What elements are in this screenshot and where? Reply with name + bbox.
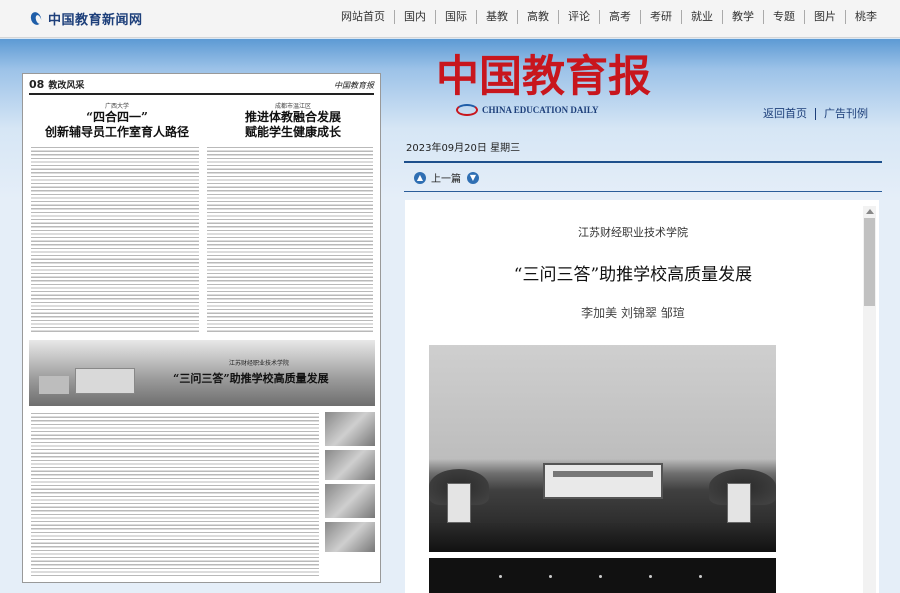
photo-road	[429, 523, 776, 552]
story-1-heading[interactable]: 广西大学 “四合四一” 创新辅导员工作室育人路径	[37, 101, 197, 140]
back-home-link[interactable]: 返回首页	[755, 108, 815, 120]
prev-article-link[interactable]: 上一篇	[431, 170, 461, 185]
nav-item-home[interactable]: 网站首页	[332, 10, 394, 24]
story-3-kicker: 江苏财经职业技术学院	[229, 360, 290, 367]
globe-icon	[456, 104, 478, 116]
article-photo-campus	[429, 345, 776, 552]
masthead-title-cn: 中国教育报	[436, 52, 651, 102]
newspaper-page-thumbnail[interactable]: 08 教改风采 中国教育报 广西大学 “四合四一” 创新辅导员工作室育人路径 成…	[22, 73, 381, 583]
article-panel: 江苏财经职业技术学院 “三问三答”助推学校高质量发展 李加美 刘锦翠 邹瑄	[405, 200, 879, 593]
story-2-headline-line1: 推进体教融合发展	[244, 110, 341, 124]
nav-item-photos[interactable]: 图片	[804, 10, 845, 24]
story-3-photo-2	[325, 450, 375, 480]
article-content: 江苏财经职业技术学院 “三问三答”助推学校高质量发展 李加美 刘锦翠 邹瑄	[405, 200, 861, 593]
site-logo-text: 中国教育新闻网	[48, 13, 143, 28]
article-scrollbar[interactable]	[863, 206, 876, 593]
article-photo-hall	[429, 558, 776, 593]
nav-item-jobs[interactable]: 就业	[681, 10, 722, 24]
banner-building-left	[39, 376, 69, 394]
article-kicker: 江苏财经职业技术学院	[578, 226, 688, 239]
top-nav-bar: 中国教育新闻网 网站首页 国内 国际 基教 高教 评论 高考 考研 就业 教学 …	[0, 0, 900, 38]
story-1-kicker: 广西大学	[104, 103, 129, 110]
story-1-headline-line1: “四合四一”	[86, 110, 148, 124]
photo-gate-left	[447, 483, 471, 523]
story-3-banner-image[interactable]: 江苏财经职业技术学院 “三问三答”助推学校高质量发展	[29, 340, 375, 406]
newspaper-masthead: 中国教育报 CHINA EDUCATION DAILY	[436, 52, 651, 116]
scrollbar-thumb[interactable]	[864, 218, 875, 306]
nav-item-higher-edu[interactable]: 高教	[517, 10, 558, 24]
nav-item-comment[interactable]: 评论	[558, 10, 599, 24]
article-pager: ▲ 上一篇 ▼	[414, 170, 479, 185]
nav-item-taoli[interactable]: 桃李	[845, 10, 886, 24]
story-2-heading[interactable]: 成都市温江区 推进体教融合发展 赋能学生健康成长	[213, 101, 373, 140]
ad-rates-link[interactable]: 广告刊例	[815, 108, 876, 120]
story-1-body-text	[31, 146, 199, 332]
divider	[404, 161, 882, 163]
photo-gate-right	[727, 483, 751, 523]
banner-building	[75, 368, 135, 394]
next-arrow-icon[interactable]: ▼	[467, 171, 479, 184]
story-3-photo-4	[325, 522, 375, 552]
story-3-body-text	[31, 412, 319, 578]
divider	[404, 191, 882, 192]
page-masthead: 中国教育报	[334, 81, 374, 90]
scroll-up-icon[interactable]	[866, 209, 874, 214]
nav-item-topics[interactable]: 专题	[763, 10, 804, 24]
photo-main-building	[543, 463, 663, 499]
page-number: 08	[29, 78, 45, 91]
nav-item-international[interactable]: 国际	[435, 10, 476, 24]
page-section: 教改风采	[48, 81, 85, 91]
header-links: 返回首页 广告刊例	[755, 108, 876, 120]
article-authors: 李加美 刘锦翠 邹瑄	[581, 306, 685, 320]
nav-item-gaokao[interactable]: 高考	[599, 10, 640, 24]
nav-item-teaching[interactable]: 教学	[722, 10, 763, 24]
nav-item-kaoyan[interactable]: 考研	[640, 10, 681, 24]
story-2-headline-line2: 赋能学生健康成长	[244, 125, 341, 139]
masthead-title-en: CHINA EDUCATION DAILY	[482, 105, 599, 115]
masthead-subtitle: CHINA EDUCATION DAILY	[456, 104, 651, 116]
logo-swoosh-icon	[30, 11, 44, 27]
story-3-photo-1	[325, 412, 375, 446]
nav-item-domestic[interactable]: 国内	[394, 10, 435, 24]
prev-arrow-icon[interactable]: ▲	[414, 171, 426, 184]
nav-item-basic-edu[interactable]: 基教	[476, 10, 517, 24]
story-2-kicker: 成都市温江区	[274, 103, 311, 110]
story-2-body-text	[207, 146, 373, 332]
site-logo[interactable]: 中国教育新闻网	[30, 9, 143, 28]
story-3-photo-3	[325, 484, 375, 518]
story-1-headline-line2: 创新辅导员工作室育人路径	[44, 125, 189, 139]
story-3-headline: “三问三答”助推学校高质量发展	[173, 372, 329, 385]
main-nav: 网站首页 国内 国际 基教 高教 评论 高考 考研 就业 教学 专题 图片 桃李	[332, 10, 886, 24]
article-title: “三问三答”助推学校高质量发展	[513, 265, 753, 285]
page-header: 08 教改风采 中国教育报	[29, 78, 374, 95]
issue-date: 2023年09月20日 星期三	[406, 143, 521, 154]
